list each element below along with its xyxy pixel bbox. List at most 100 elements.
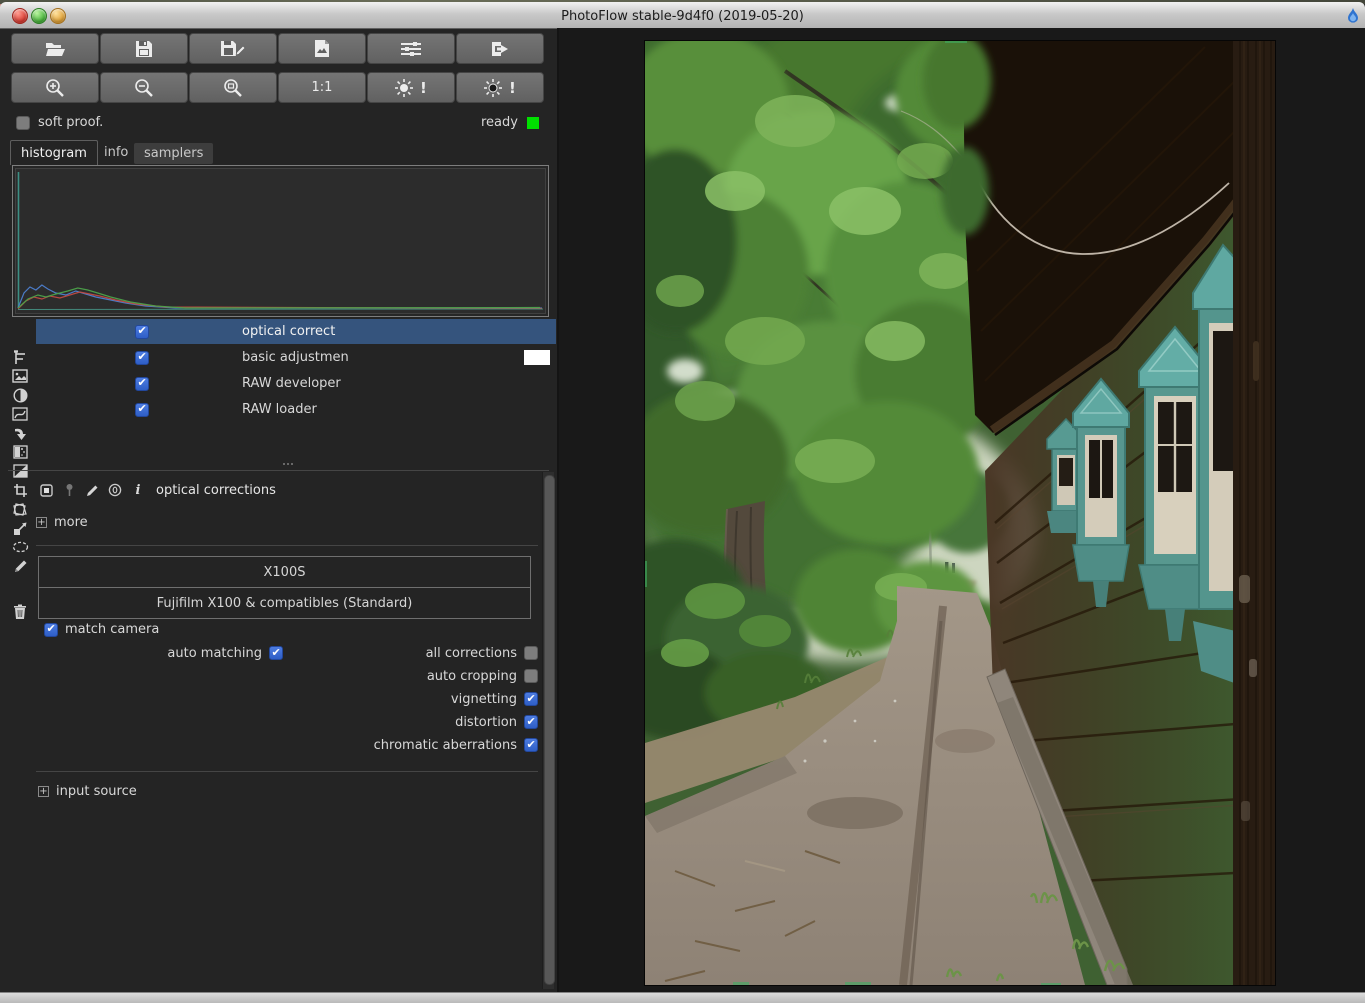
settings-button[interactable] xyxy=(367,33,455,64)
input-source-expander[interactable]: + input source xyxy=(38,784,137,799)
ready-indicator xyxy=(527,117,539,129)
highlights-warning-icon: ! xyxy=(394,78,428,98)
zoom-100-label: 1:1 xyxy=(312,80,333,95)
open-folder-icon xyxy=(44,40,66,58)
save-as-button[interactable] xyxy=(189,33,277,64)
export-button[interactable] xyxy=(456,33,544,64)
pin-icon[interactable] xyxy=(61,482,77,498)
tool-title: optical corrections xyxy=(156,483,276,498)
tab-samplers-label: samplers xyxy=(144,146,203,161)
layer-row-raw-developer[interactable]: RAW developer xyxy=(36,371,556,396)
sliders-icon xyxy=(400,41,422,57)
camera-model-label: X100S xyxy=(264,565,306,580)
zoom-in-button[interactable] xyxy=(11,72,99,103)
reset-icon[interactable] xyxy=(107,482,123,498)
section-divider xyxy=(36,545,538,546)
export-arrow-icon xyxy=(490,40,510,58)
tab-info-label: info xyxy=(104,145,128,160)
layer-visible-checkbox[interactable] xyxy=(135,351,149,365)
open-image-button[interactable] xyxy=(11,33,99,64)
layer-visible-checkbox[interactable] xyxy=(135,403,149,417)
layer-visible-checkbox[interactable] xyxy=(135,377,149,391)
tool-fill-arrow-icon[interactable] xyxy=(10,424,30,442)
app-drop-icon xyxy=(1347,8,1359,23)
vignetting-label: vignetting xyxy=(451,692,517,707)
save-button[interactable] xyxy=(100,33,188,64)
layer-label: RAW loader xyxy=(242,402,317,417)
match-camera-row: match camera xyxy=(44,622,159,637)
tab-info[interactable]: info xyxy=(94,140,138,165)
more-label: more xyxy=(54,515,88,530)
layer-visible-checkbox[interactable] xyxy=(135,325,149,339)
zoom-fit-button[interactable] xyxy=(189,72,277,103)
window-title: PhotoFlow stable-9d4f0 (2019-05-20) xyxy=(0,9,1365,24)
tool-draw-icon[interactable] xyxy=(10,557,30,575)
tool-scale-icon[interactable] xyxy=(10,519,30,537)
match-camera-checkbox[interactable] xyxy=(44,623,58,637)
svg-text:!: ! xyxy=(509,79,516,97)
more-expander[interactable]: + more xyxy=(36,515,88,530)
camera-model-button[interactable]: X100S xyxy=(39,557,530,587)
layer-label: optical correct xyxy=(242,324,335,339)
soft-proof-checkbox[interactable] xyxy=(16,116,30,130)
layer-row-optical-correct[interactable]: optical correct xyxy=(36,319,556,344)
tab-samplers[interactable]: samplers xyxy=(134,143,213,164)
zoom-100-button[interactable]: 1:1 xyxy=(278,72,366,103)
tab-histogram[interactable]: histogram xyxy=(10,140,98,165)
vignetting-checkbox[interactable] xyxy=(524,692,538,706)
svg-text:!: ! xyxy=(420,79,427,97)
all-corrections-checkbox[interactable] xyxy=(524,646,538,660)
tool-contrast-icon[interactable] xyxy=(10,386,30,404)
tool-tree-icon[interactable] xyxy=(10,348,30,366)
vignetting-row: vignetting xyxy=(36,691,538,707)
photo-canvas[interactable] xyxy=(645,41,1275,985)
tool-gradient-icon[interactable] xyxy=(10,462,30,480)
photo-rendering xyxy=(645,41,1275,985)
layer-label: RAW developer xyxy=(242,376,341,391)
delete-layer-trash-icon[interactable] xyxy=(10,603,30,621)
distortion-label: distortion xyxy=(455,715,517,730)
auto-cropping-label: auto cropping xyxy=(427,669,517,684)
tool-halftone-icon[interactable] xyxy=(10,443,30,461)
lens-model-button[interactable]: Fujifilm X100 & compatibles (Standard) xyxy=(39,587,530,618)
info-icon[interactable]: i xyxy=(130,482,146,498)
tool-curves-icon[interactable] xyxy=(10,405,30,423)
scrollbar-thumb[interactable] xyxy=(544,475,555,985)
zoom-out-icon xyxy=(134,78,154,98)
camera-lens-fields: X100S Fujifilm X100 & compatibles (Stand… xyxy=(38,556,531,619)
auto-cropping-checkbox[interactable] xyxy=(524,669,538,683)
tool-panel-scrollbar[interactable] xyxy=(542,472,554,989)
soft-proof-label: soft proof. xyxy=(38,115,103,130)
zoom-fit-icon xyxy=(223,78,243,98)
tool-ellipse-icon[interactable] xyxy=(10,538,30,556)
tool-preview-toggle[interactable] xyxy=(38,482,54,498)
expander-plus-icon: + xyxy=(38,786,49,797)
zoom-out-button[interactable] xyxy=(100,72,188,103)
expander-plus-icon: + xyxy=(36,517,47,528)
bottom-scrollbar[interactable] xyxy=(0,992,1365,1003)
tool-crop-icon[interactable] xyxy=(10,481,30,499)
layer-preview-swatch xyxy=(524,350,550,365)
edit-icon[interactable] xyxy=(84,482,100,498)
titlebar: PhotoFlow stable-9d4f0 (2019-05-20) xyxy=(0,2,1365,29)
tool-image-icon[interactable] xyxy=(10,367,30,385)
histogram-panel xyxy=(12,165,549,317)
save-as-icon xyxy=(220,40,246,58)
highlights-warning-button[interactable]: ! xyxy=(367,72,455,103)
ready-label: ready xyxy=(481,115,518,130)
export-image-button[interactable] xyxy=(278,33,366,64)
lens-model-label: Fujifilm X100 & compatibles (Standard) xyxy=(157,596,413,611)
all-corrections-row: all corrections xyxy=(36,645,538,661)
shadows-warning-icon: ! xyxy=(483,78,517,98)
shadows-warning-button[interactable]: ! xyxy=(456,72,544,103)
layer-row-basic-adjustments[interactable]: basic adjustmen xyxy=(36,345,556,370)
auto-cropping-row: auto cropping xyxy=(36,668,538,684)
pane-divider xyxy=(8,470,549,471)
match-camera-label: match camera xyxy=(65,622,159,637)
distortion-checkbox[interactable] xyxy=(524,715,538,729)
pane-drag-handle[interactable] xyxy=(283,463,293,465)
photoflow-window: PhotoFlow stable-9d4f0 (2019-05-20) xyxy=(0,0,1365,1003)
tool-perspective-icon[interactable] xyxy=(10,500,30,518)
layer-row-raw-loader[interactable]: RAW loader xyxy=(36,397,556,422)
chromatic-aberrations-checkbox[interactable] xyxy=(524,738,538,752)
